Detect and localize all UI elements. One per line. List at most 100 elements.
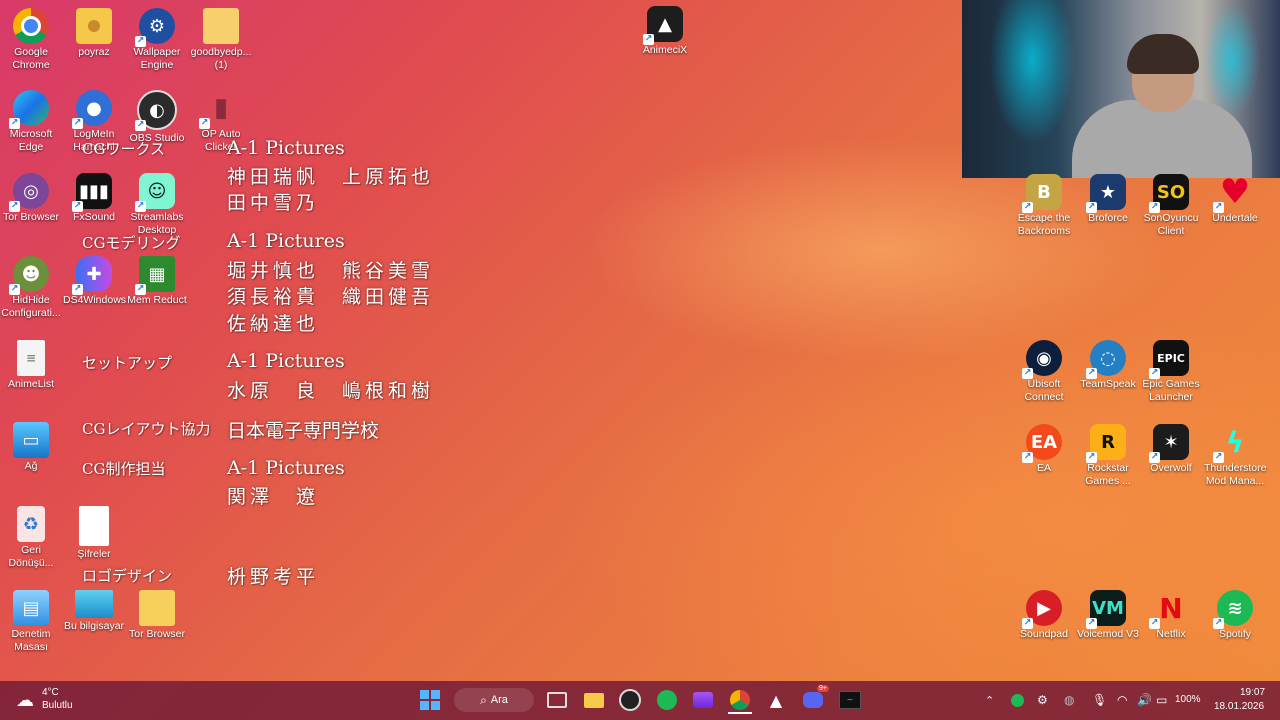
credit-names: 須長裕貴 織田健吾 — [227, 286, 435, 308]
credit-role-cg-modeling: CGモデリング — [82, 234, 181, 252]
desktop-icon-goodbyedp[interactable]: goodbyedp... (1) — [190, 8, 252, 72]
thunderstore-icon: ϟ ↗ — [1213, 425, 1245, 463]
battery-icon[interactable]: ▭ — [1156, 693, 1167, 707]
desktop-icon-escape-backrooms[interactable]: B ↗ Escape the Backrooms — [1013, 174, 1075, 238]
desktop-icon-hidhide[interactable]: ☻ ↗ HidHide Configurati... — [0, 256, 62, 320]
desktop-icon-tor-browser[interactable]: ◎ ↗ Tor Browser — [0, 173, 62, 224]
animecix-icon: ▲ — [769, 690, 783, 710]
desktop-icon-label: Tor Browser — [2, 211, 59, 223]
weather-widget[interactable]: ☁ 4°C Bulutlu — [14, 686, 94, 716]
desktop-icon-label: Microsoft Edge — [9, 128, 53, 153]
desktop-icon-broforce[interactable]: ★ ↗ Broforce — [1077, 174, 1139, 225]
search-label: Ara — [490, 694, 508, 706]
desktop-icon-edge[interactable]: ↗ Microsoft Edge — [0, 90, 62, 154]
desktop-icon-label: Mem Reduct — [127, 294, 187, 306]
game-icon: B ↗ — [1022, 174, 1062, 213]
desktop-icon-sifreler[interactable]: Şifreler — [63, 506, 125, 561]
user-folder-icon — [76, 8, 112, 44]
taskbar-file-explorer[interactable] — [582, 688, 606, 712]
ubisoft-icon: ◉ ↗ — [1022, 340, 1062, 379]
text-file-icon — [79, 506, 109, 546]
desktop-icon-overwolf[interactable]: ✶ ↗ Overwolf — [1140, 424, 1202, 475]
clock-time[interactable]: 19:07 — [1240, 687, 1265, 698]
soundpad-icon: ▶ ↗ — [1022, 590, 1062, 629]
taskbar-clipchamp[interactable] — [691, 688, 715, 712]
task-view-button[interactable] — [545, 688, 569, 712]
network-icon: ▭ — [13, 422, 49, 458]
desktop-icon-label: Bu bilgisayar — [63, 620, 125, 632]
desktop-icon-animelist[interactable]: ≡ AnimeList — [0, 340, 62, 391]
wolf-icon: ✶ ↗ — [1149, 424, 1189, 463]
clock-date[interactable]: 18.01.2026 — [1214, 701, 1264, 712]
game-icon: ★ ↗ — [1086, 174, 1126, 213]
recycle-bin-icon: ♻ — [17, 506, 45, 542]
desktop-icon-ds4windows[interactable]: ✚ ↗ DS4Windows — [63, 256, 126, 307]
taskbar-animecix[interactable]: ▲ — [764, 688, 788, 712]
wallpaper-engine-icon: ⚙ ↗ — [135, 8, 175, 47]
heart-icon: ♥ ↗ — [1213, 172, 1251, 213]
desktop-icon-animecix[interactable]: ▲ ↗ AnimeciX — [634, 6, 696, 57]
desktop-icon-fxsound[interactable]: ▮▮▮ ↗ FxSound — [63, 173, 125, 224]
desktop-icon-poyraz[interactable]: poyraz — [63, 8, 125, 59]
chrome-icon — [730, 690, 750, 710]
desktop-icon-voicemod[interactable]: VM ↗ Voicemod V3 — [1077, 590, 1139, 641]
spotify-icon — [657, 690, 677, 710]
taskbar-spotify[interactable] — [655, 688, 679, 712]
microphone-icon[interactable]: 🎙 — [1092, 693, 1107, 707]
desktop-icon-label: Thunderstore Mod Mana... — [1204, 462, 1267, 487]
desktop-icon-ubisoft[interactable]: ◉ ↗ Ubisoft Connect — [1013, 340, 1075, 404]
app-tray-icon[interactable]: ◍ — [1064, 693, 1074, 707]
taskbar-terminal[interactable]: ~ — [838, 688, 862, 712]
webcam-overlay — [962, 0, 1280, 178]
clapper-icon — [693, 692, 713, 708]
desktop-icon-recycle-bin[interactable]: ♻ Geri Dönüşü... — [0, 506, 62, 570]
hamachi-icon: ● ↗ — [72, 90, 112, 129]
desktop-icon-this-pc[interactable]: Bu bilgisayar — [63, 590, 125, 633]
weather-temp: 4°C — [42, 687, 59, 698]
taskbar-obs[interactable] — [618, 688, 642, 712]
desktop-icon-sonoyuncu[interactable]: SO ↗ SonOyuncu Client — [1140, 174, 1202, 238]
desktop-icon-epic[interactable]: EPIC ↗ Epic Games Launcher — [1140, 340, 1202, 404]
desktop-icon-undertale[interactable]: ♥ ↗ Undertale — [1204, 172, 1266, 225]
credit-names: 神田瑞帆 上原拓也 — [227, 166, 435, 188]
chevron-up-icon[interactable]: ⌃ — [985, 694, 994, 707]
desktop-icon-streamlabs[interactable]: ☺ ↗ Streamlabs Desktop — [126, 173, 188, 237]
tor-icon: ◎ ↗ — [9, 173, 49, 212]
wifi-icon[interactable]: ◠ — [1117, 693, 1127, 707]
desktop-icon-tor-folder[interactable]: Tor Browser — [126, 590, 188, 641]
spotify-tray-icon[interactable] — [1011, 694, 1024, 707]
control-panel-icon: ▤ — [13, 590, 49, 626]
desktop-icon-label: Rockstar Games ... — [1085, 462, 1131, 487]
desktop-icon-teamspeak[interactable]: ◌ ↗ TeamSpeak — [1077, 340, 1139, 391]
desktop-icon-label: Overwolf — [1150, 462, 1192, 474]
animecix-icon: ▲ ↗ — [643, 6, 683, 45]
desktop-icon-netflix[interactable]: N ↗ Netflix — [1140, 590, 1202, 641]
desktop-icon-rockstar[interactable]: R ↗ Rockstar Games ... — [1077, 424, 1139, 488]
desktop-icon-ea[interactable]: EA ↗ EA — [1013, 424, 1075, 475]
desktop-icon-soundpad[interactable]: ▶ ↗ Soundpad — [1013, 590, 1075, 641]
desktop-icon-wallpaper-engine[interactable]: ⚙ ↗ Wallpaper Engine — [126, 8, 188, 72]
desktop-icon-label: Voicemod V3 — [1077, 628, 1139, 640]
streamlabs-icon: ☺ ↗ — [135, 173, 175, 212]
desktop-icon-network[interactable]: ▭ Ağ — [0, 422, 62, 473]
gamepad-icon: ✚ ↗ — [72, 256, 112, 295]
desktop-icon-spotify[interactable]: ≋ ↗ Spotify — [1204, 590, 1266, 641]
desktop-icon-obs[interactable]: ◐ ↗ OBS Studio — [126, 90, 188, 145]
obs-icon: ◐ ↗ — [135, 90, 177, 131]
desktop-icon-chrome[interactable]: Google Chrome — [0, 8, 62, 72]
volume-icon[interactable]: 🔊 — [1137, 693, 1152, 707]
desktop-icon-mem-reduct[interactable]: ▦ ↗ Mem Reduct — [126, 256, 188, 307]
taskbar-chrome[interactable] — [728, 688, 752, 714]
search-box[interactable]: ⌕ Ara — [454, 688, 534, 712]
desktop-icon-thunderstore[interactable]: ϟ ↗ Thunderstore Mod Mana... — [1204, 424, 1266, 488]
desktop-icon-control-panel[interactable]: ▤ Denetim Masası — [0, 590, 62, 654]
folder-icon — [139, 590, 175, 626]
desktop-icon-label: Tor Browser — [128, 628, 185, 640]
taskbar-discord[interactable]: 9+ — [801, 685, 829, 712]
netflix-icon: N ↗ — [1149, 591, 1183, 629]
desktop-icon-label: Epic Games Launcher — [1142, 378, 1200, 403]
desktop-icon-label: Broforce — [1088, 212, 1128, 224]
desktop-icon-label: Şifreler — [77, 548, 111, 560]
steam-icon[interactable]: ⚙ — [1037, 693, 1048, 707]
start-button[interactable] — [418, 688, 442, 712]
